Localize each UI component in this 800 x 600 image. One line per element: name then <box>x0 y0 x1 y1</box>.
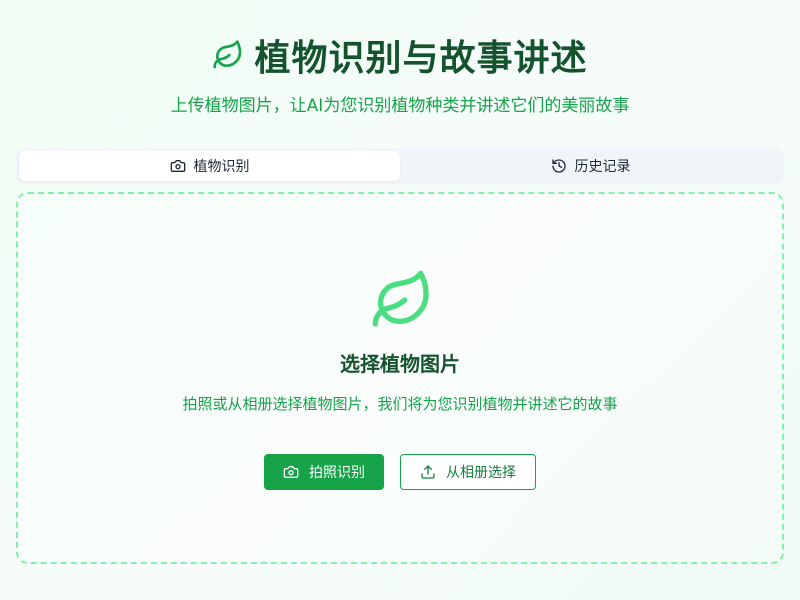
page-title: 植物识别与故事讲述 <box>254 38 588 79</box>
leaf-icon <box>372 270 429 327</box>
tab-bar: 植物识别 历史记录 <box>16 148 784 184</box>
choose-from-album-button[interactable]: 从相册选择 <box>400 454 536 490</box>
upload-description: 拍照或从相册选择植物图片，我们将为您识别植物并讲述它的故事 <box>182 395 618 413</box>
upload-dropzone[interactable]: 选择植物图片 拍照或从相册选择植物图片，我们将为您识别植物并讲述它的故事 拍照识… <box>16 192 784 564</box>
camera-icon <box>283 466 299 478</box>
tab-label: 植物识别 <box>193 159 250 175</box>
tab-history[interactable]: 历史记录 <box>400 151 781 181</box>
leaf-icon <box>213 40 242 69</box>
tab-plant-identify[interactable]: 植物识别 <box>19 151 400 181</box>
tab-label: 历史记录 <box>574 159 631 175</box>
history-icon <box>551 159 566 173</box>
take-photo-button[interactable]: 拍照识别 <box>264 454 384 490</box>
upload-title: 选择植物图片 <box>340 352 460 376</box>
upload-icon <box>421 465 435 479</box>
button-label: 拍照识别 <box>309 465 365 481</box>
page-header: 植物识别与故事讲述 <box>0 30 800 80</box>
camera-icon <box>170 160 185 172</box>
page-subtitle: 上传植物图片，让AI为您识别植物种类并讲述它们的美丽故事 <box>170 96 630 116</box>
button-label: 从相册选择 <box>446 465 516 481</box>
